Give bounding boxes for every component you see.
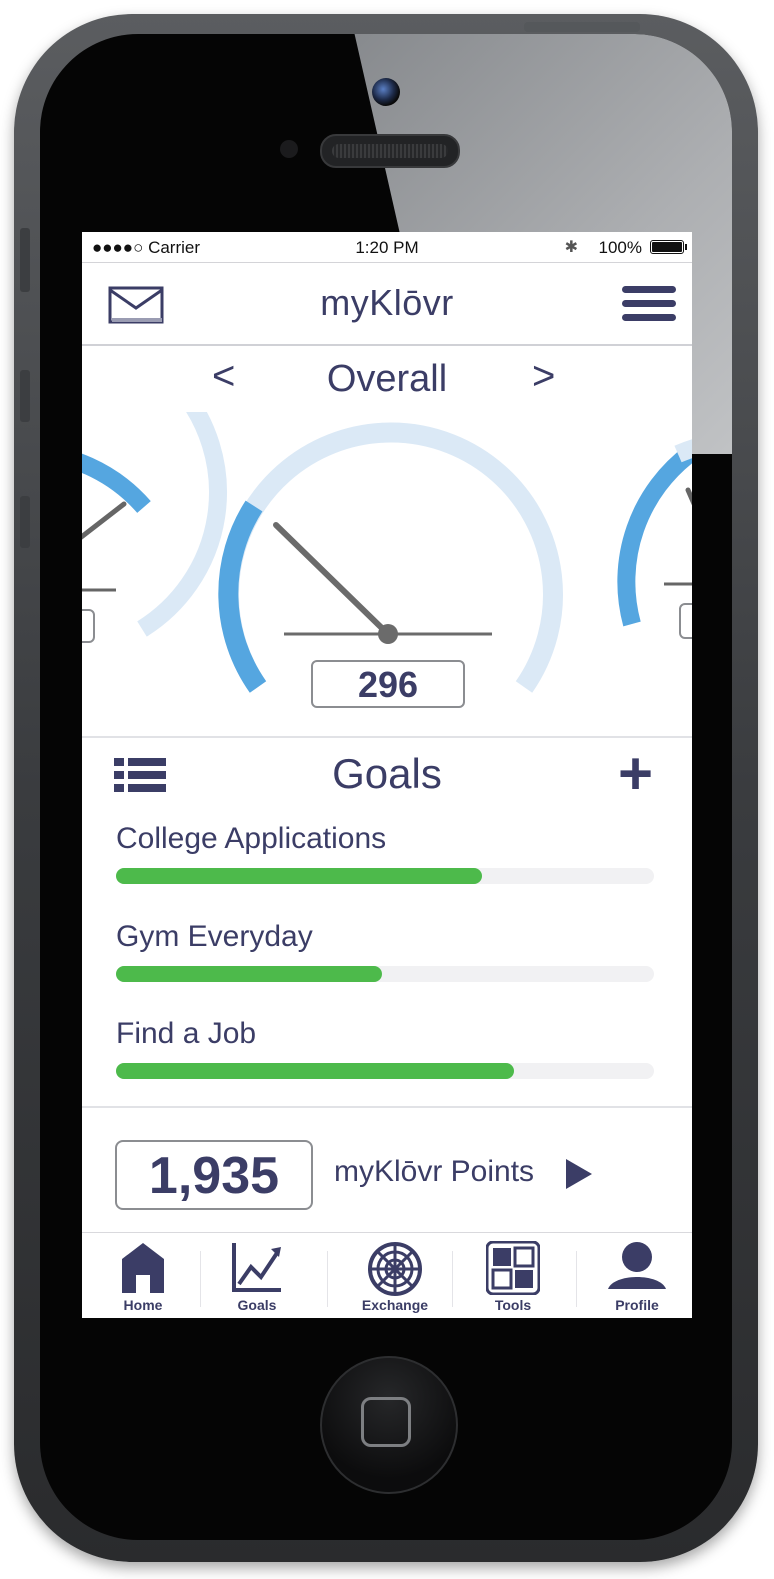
tab-separator bbox=[327, 1251, 328, 1307]
tab-bar: Home Goals Exchange Tools Profile bbox=[82, 1232, 692, 1318]
bluetooth-icon: ✱ bbox=[564, 239, 578, 256]
tab-tools[interactable]: Tools bbox=[452, 1233, 574, 1318]
gauge-score: 296 bbox=[311, 660, 465, 708]
play-arrow-icon[interactable] bbox=[566, 1159, 592, 1194]
battery-percent: 100% bbox=[598, 238, 642, 257]
house-icon bbox=[122, 1243, 164, 1293]
add-goal-button[interactable]: + bbox=[618, 744, 653, 804]
goal-progress-track bbox=[116, 1063, 654, 1079]
volume-up-button bbox=[20, 370, 30, 422]
gauge-header: < Overall > bbox=[82, 350, 692, 410]
battery-icon bbox=[650, 240, 687, 254]
goal-progress-fill bbox=[116, 868, 482, 884]
tab-label: Goals bbox=[237, 1297, 277, 1313]
tab-label: Exchange bbox=[361, 1297, 429, 1313]
tab-profile[interactable]: Profile bbox=[576, 1233, 692, 1318]
person-icon bbox=[608, 1242, 666, 1289]
gauge-title: Overall bbox=[326, 358, 448, 400]
goal-progress-track bbox=[116, 868, 654, 884]
top-nav: myKlōvr bbox=[82, 262, 692, 346]
section-divider bbox=[82, 1106, 692, 1108]
goal-label: Gym Everyday bbox=[116, 920, 313, 953]
goals-header: Goals + bbox=[82, 744, 692, 804]
points-link[interactable]: myKlōvr Points bbox=[334, 1155, 534, 1189]
volume-down-button bbox=[20, 496, 30, 548]
goal-progress-track bbox=[116, 966, 654, 982]
goal-progress-fill bbox=[116, 1063, 515, 1079]
app-screen: ●●●●○ Carrier 1:20 PM ✱ 100% myKlōvr < O… bbox=[82, 232, 692, 1318]
tab-label: Home bbox=[123, 1297, 163, 1313]
tab-goals[interactable]: Goals bbox=[196, 1233, 318, 1318]
left-gauge-partial bbox=[82, 412, 227, 643]
tab-home[interactable]: Home bbox=[82, 1233, 204, 1318]
chart-icon bbox=[232, 1243, 281, 1292]
goal-label: Find a Job bbox=[116, 1017, 257, 1050]
mute-switch bbox=[20, 228, 30, 292]
section-divider bbox=[82, 736, 692, 738]
goal-item[interactable]: Find a Job bbox=[116, 1017, 656, 1079]
proximity-sensor bbox=[280, 140, 298, 158]
goal-progress-fill bbox=[116, 966, 383, 982]
goal-label: College Applications bbox=[116, 822, 387, 855]
app-brand: myKlōvr bbox=[320, 282, 454, 323]
points-value: 1,935 bbox=[115, 1140, 313, 1210]
hamburger-icon[interactable] bbox=[622, 284, 676, 329]
front-camera bbox=[372, 78, 400, 106]
tab-label: Tools bbox=[494, 1297, 532, 1313]
power-button bbox=[524, 22, 640, 32]
status-bar: ●●●●○ Carrier 1:20 PM ✱ 100% bbox=[82, 232, 692, 263]
tab-exchange[interactable]: Exchange bbox=[334, 1233, 456, 1318]
next-gauge-button[interactable]: > bbox=[532, 354, 555, 399]
goals-title: Goals bbox=[332, 750, 442, 797]
tools-grid-icon bbox=[486, 1241, 540, 1295]
web-icon bbox=[368, 1242, 422, 1296]
earpiece-speaker bbox=[320, 134, 460, 168]
home-button-square-icon bbox=[361, 1397, 411, 1447]
goal-item[interactable]: Gym Everyday bbox=[116, 920, 656, 982]
right-gauge-partial bbox=[617, 439, 692, 639]
overall-gauge bbox=[218, 422, 563, 693]
tab-label: Profile bbox=[615, 1297, 659, 1313]
goal-item[interactable]: College Applications bbox=[116, 822, 656, 884]
